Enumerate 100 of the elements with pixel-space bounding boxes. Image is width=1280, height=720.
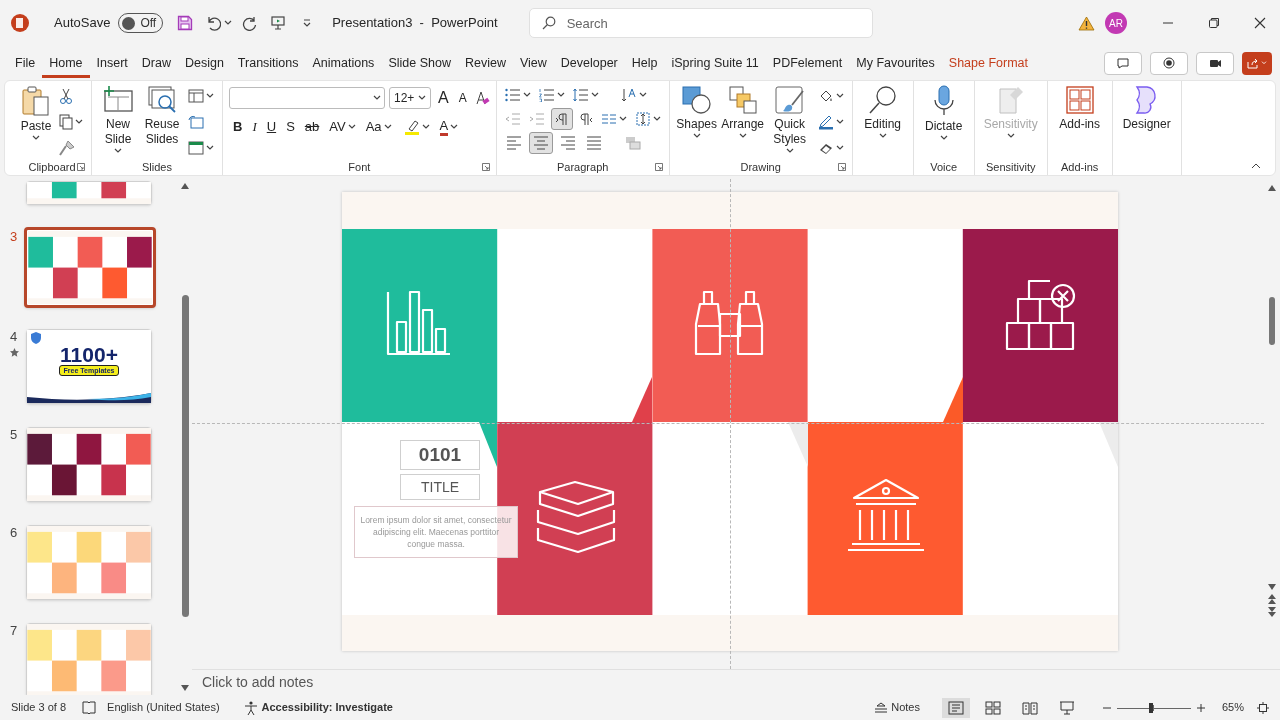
new-slide-button[interactable]: New Slide	[98, 83, 138, 159]
copy-button[interactable]	[57, 111, 85, 133]
font-style-button[interactable]: S	[282, 116, 299, 138]
shapes-button[interactable]: Shapes	[675, 83, 718, 159]
quick-styles-icon	[773, 85, 806, 115]
font-style-button[interactable]: AV	[325, 116, 360, 138]
editing-button[interactable]: Editing	[858, 83, 907, 159]
close-icon[interactable]	[1254, 17, 1266, 29]
zoom-level[interactable]: 65%	[1221, 699, 1244, 716]
menu-tab[interactable]: PDFelement	[765, 48, 850, 78]
redo-icon[interactable]	[242, 15, 259, 31]
menu-tab[interactable]: My Favourites	[849, 48, 942, 78]
font-style-button[interactable]: I	[248, 116, 261, 138]
highlight-button[interactable]	[403, 119, 430, 135]
font-style-button[interactable]: ab	[300, 116, 324, 138]
notes-placeholder[interactable]: Click to add notes	[202, 672, 314, 693]
record-button[interactable]	[1150, 51, 1188, 75]
accessibility-icon	[243, 700, 258, 715]
menu-tab[interactable]: Help	[624, 48, 665, 78]
font-style-button[interactable]: U	[262, 116, 281, 138]
paste-button[interactable]: Paste	[19, 83, 53, 159]
group-label: Clipboard	[28, 159, 76, 175]
menu-tab[interactable]: File	[8, 48, 43, 78]
menu-tab[interactable]: Slide Show	[381, 48, 458, 78]
font-style-button[interactable]: Aa	[361, 116, 396, 138]
reuse-slides-button[interactable]: Reuse Slides	[142, 83, 182, 159]
quick-styles-button[interactable]: Quick Styles	[767, 83, 812, 159]
bar-chart-icon	[386, 290, 450, 356]
title-text-box[interactable]: TITLE	[400, 474, 480, 500]
menu-tab[interactable]: Developer	[553, 48, 625, 78]
slide-canvas[interactable]: 0101 TITLE Lorem ipsum dolor sit amet, consectetur adipiscing elit. Maecenas porttitor congue massa.	[342, 192, 1118, 651]
restore-icon[interactable]	[1208, 17, 1220, 29]
user-avatar[interactable]: AR	[1105, 12, 1127, 34]
text-direction-icon	[620, 87, 637, 103]
add-ins-button[interactable]: Add-ins	[1053, 83, 1106, 159]
menu-tab[interactable]: View	[512, 48, 554, 78]
dictate-button[interactable]: Dictate	[919, 83, 968, 159]
headline: 1100+	[60, 344, 118, 365]
teams-button[interactable]	[1196, 51, 1234, 75]
menu-tab[interactable]: Design	[177, 48, 231, 78]
collapse-ribbon-icon[interactable]	[1251, 163, 1261, 169]
dialog-launcher-icon[interactable]	[77, 163, 85, 171]
align-button[interactable]	[528, 132, 553, 154]
font-size-field[interactable]: 12+	[389, 87, 431, 109]
caret-icon	[32, 135, 40, 141]
undo-icon[interactable]	[205, 15, 222, 31]
warning-icon[interactable]	[1078, 15, 1095, 31]
search-field[interactable]: Search	[528, 8, 873, 38]
highlighter-icon	[403, 119, 420, 135]
menu-tab[interactable]: Review	[457, 48, 513, 78]
view-button[interactable]	[941, 697, 970, 718]
share-button[interactable]	[1242, 51, 1272, 75]
notes-button[interactable]: Notes	[874, 699, 920, 716]
dialog-launcher-icon[interactable]	[837, 163, 846, 171]
scroll-down-icon[interactable]	[1268, 584, 1276, 590]
scroll-up-icon[interactable]	[1268, 185, 1276, 191]
numbered-list-icon	[538, 88, 555, 102]
scrollbar-thumb[interactable]	[181, 295, 189, 617]
save-icon[interactable]	[177, 15, 194, 31]
caret-icon	[638, 92, 647, 98]
scroll-down-icon[interactable]	[181, 685, 189, 691]
present-icon[interactable]	[270, 15, 287, 31]
comments-button[interactable]	[1104, 51, 1142, 75]
increase-indent-icon	[528, 112, 545, 126]
slide-number: 5	[10, 426, 18, 444]
font-name-field[interactable]	[229, 87, 385, 109]
decrease-indent-icon	[504, 112, 521, 126]
next-slide-icon[interactable]	[1268, 607, 1276, 617]
search-icon	[867, 85, 898, 115]
menu-tab[interactable]: Transitions	[230, 48, 306, 78]
grow-font-button[interactable]: A	[435, 86, 452, 110]
zoom-in-icon[interactable]	[1196, 703, 1205, 712]
previous-slide-icon[interactable]	[1268, 594, 1276, 604]
menu-tab[interactable]: Shape Format	[941, 48, 1036, 78]
dialog-launcher-icon[interactable]	[654, 163, 663, 171]
paintbrush-icon	[59, 140, 75, 156]
accessibility-status[interactable]: Accessibility: Investigate	[261, 699, 393, 716]
designer-button[interactable]: Designer	[1118, 83, 1175, 159]
menu-tab[interactable]: Insert	[89, 48, 135, 78]
fit-slide-icon[interactable]	[1257, 701, 1269, 714]
boxes-icon	[1005, 279, 1076, 351]
customize-toolbar-icon[interactable]	[302, 18, 313, 28]
dialog-launcher-icon[interactable]	[481, 163, 490, 171]
slide-thumbnail[interactable]	[24, 227, 156, 308]
menu-tab[interactable]: iSpring Suite 11	[664, 48, 766, 78]
arrange-button[interactable]: Arrange	[721, 83, 764, 159]
share-icon	[1247, 57, 1259, 69]
language-status[interactable]: English (United States)	[107, 699, 220, 716]
zoom-slider-thumb[interactable]	[1149, 702, 1154, 713]
zoom-slider[interactable]	[1116, 701, 1191, 714]
number-text-box[interactable]: 0101	[400, 440, 480, 470]
scrollbar-thumb[interactable]	[1269, 297, 1275, 345]
scroll-up-icon[interactable]	[181, 183, 189, 189]
normal-view-icon	[947, 700, 964, 715]
menu-tab[interactable]: Draw	[134, 48, 178, 78]
font-style-button[interactable]: B	[229, 116, 247, 138]
shrink-font-button[interactable]: A	[455, 89, 470, 107]
menu-tab[interactable]: Animations	[305, 48, 382, 78]
font-color-button[interactable]: A	[439, 118, 449, 136]
left-to-right-button[interactable]	[550, 108, 573, 130]
